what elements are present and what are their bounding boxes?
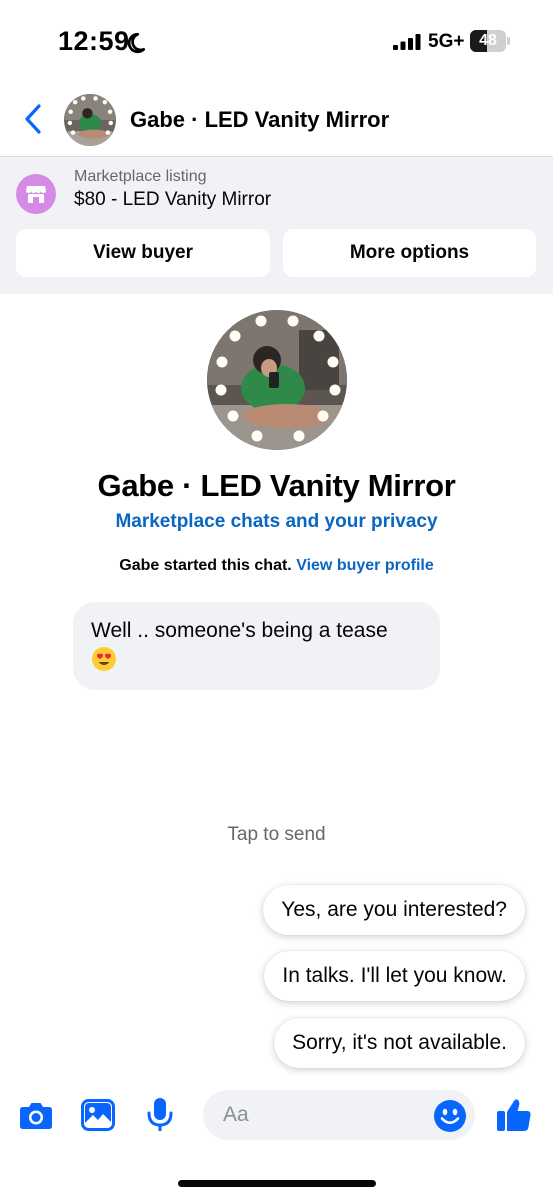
microphone-button[interactable] <box>142 1097 178 1133</box>
home-indicator[interactable] <box>178 1180 376 1187</box>
battery-level: 48 <box>479 32 497 49</box>
thumbs-up-icon <box>497 1099 531 1131</box>
heart-eyes-emoji <box>92 647 116 671</box>
message-text: Well .. someone's being a tease <box>91 619 388 642</box>
quick-reply-not-available[interactable]: Sorry, it's not available. <box>274 1018 525 1068</box>
network-label: 5G+ <box>428 31 465 52</box>
chat-header: Gabe · LED Vanity Mirror <box>0 80 553 156</box>
back-chevron-icon <box>25 104 41 134</box>
camera-icon <box>20 1103 52 1129</box>
profile-avatar[interactable] <box>207 310 347 450</box>
gallery-icon <box>81 1099 115 1131</box>
message-composer <box>0 1085 553 1145</box>
header-title[interactable]: Gabe · LED Vanity Mirror <box>130 107 389 133</box>
view-buyer-profile-link[interactable]: View buyer profile <box>296 557 434 574</box>
marketplace-listing-panel: Marketplace listing $80 - LED Vanity Mir… <box>0 156 553 294</box>
like-button[interactable] <box>496 1097 532 1133</box>
back-button[interactable] <box>18 102 48 136</box>
tap-to-send-label: Tap to send <box>227 824 326 845</box>
message-input[interactable] <box>223 1090 423 1140</box>
status-time: 12:59 <box>58 26 130 56</box>
gallery-button[interactable] <box>80 1097 116 1133</box>
quick-reply-in-talks[interactable]: In talks. I'll let you know. <box>264 951 525 1001</box>
marketplace-store-icon <box>16 174 56 214</box>
profile-name: Gabe · LED Vanity Mirror <box>97 468 456 503</box>
message-input-wrapper <box>203 1090 475 1140</box>
chat-started-line: Gabe started this chat. View buyer profi… <box>0 557 553 575</box>
header-avatar[interactable] <box>64 94 116 146</box>
listing-subtitle: Marketplace listing <box>74 168 207 185</box>
microphone-icon <box>147 1098 173 1131</box>
chat-started-text: Gabe started this chat. <box>119 557 292 574</box>
battery-icon: 48 <box>470 30 510 52</box>
more-options-button[interactable]: More options <box>283 229 536 277</box>
signal-icon <box>393 34 421 50</box>
quick-reply-interested[interactable]: Yes, are you interested? <box>263 885 525 935</box>
moon-icon <box>127 32 146 54</box>
privacy-link[interactable]: Marketplace chats and your privacy <box>0 511 553 533</box>
listing-title[interactable]: $80 - LED Vanity Mirror <box>74 189 271 211</box>
status-bar: 12:59 5G+ 48 <box>0 0 553 80</box>
incoming-message-bubble[interactable]: Well .. someone's being a tease <box>73 602 440 690</box>
camera-button[interactable] <box>18 1097 54 1133</box>
profile-photo <box>207 310 347 450</box>
emoji-icon[interactable] <box>433 1099 467 1133</box>
view-buyer-button[interactable]: View buyer <box>16 229 270 277</box>
avatar-image <box>64 94 116 146</box>
